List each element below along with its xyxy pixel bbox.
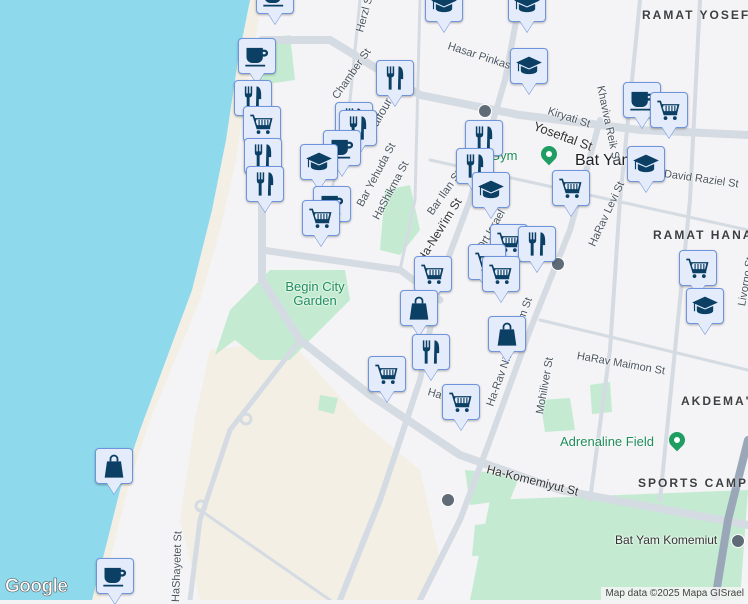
cart-icon (307, 204, 335, 232)
school-marker[interactable] (508, 0, 546, 22)
school-marker[interactable] (510, 48, 548, 84)
cart-marker[interactable] (552, 170, 590, 206)
school-icon (691, 292, 719, 320)
shopping-icon (493, 320, 521, 348)
bus-stop-icon[interactable] (478, 104, 492, 118)
cart-marker[interactable] (650, 92, 688, 128)
school-icon (515, 52, 543, 80)
cafe-marker[interactable] (256, 0, 294, 14)
cart-marker[interactable] (243, 106, 281, 142)
cart-icon (684, 254, 712, 282)
school-marker[interactable] (425, 0, 463, 22)
train-station-icon[interactable] (731, 534, 745, 548)
cart-marker[interactable] (679, 250, 717, 286)
cafe-icon (101, 562, 129, 590)
shopping-marker[interactable] (95, 448, 133, 484)
cafe-marker[interactable] (96, 558, 134, 594)
restaurant-icon (251, 170, 279, 198)
shopping-marker[interactable] (400, 290, 438, 326)
city-label: Bat Yam (575, 152, 635, 169)
area-label: RAMAT YOSEF (642, 8, 748, 22)
street-label: HaShayetet St (170, 530, 185, 603)
shopping-icon (100, 452, 128, 480)
cart-marker[interactable] (368, 356, 406, 392)
restaurant-marker[interactable] (412, 334, 450, 370)
restaurant-marker[interactable] (246, 166, 284, 202)
school-icon (430, 0, 458, 18)
cart-marker[interactable] (442, 384, 480, 420)
school-marker[interactable] (472, 172, 510, 208)
school-marker[interactable] (686, 288, 724, 324)
school-icon (477, 176, 505, 204)
area-label: SPORTS CAMPU (638, 476, 748, 490)
shopping-icon (405, 294, 433, 322)
school-icon (632, 150, 660, 178)
poi-field-label[interactable]: Adrenaline Field (560, 434, 654, 449)
cafe-icon (261, 0, 289, 10)
restaurant-marker[interactable] (376, 60, 414, 96)
cart-icon (557, 174, 585, 202)
cafe-icon (243, 42, 271, 70)
shopping-marker[interactable] (488, 316, 526, 352)
restaurant-marker[interactable] (518, 226, 556, 262)
school-icon (305, 148, 333, 176)
google-logo: Google (5, 576, 69, 598)
area-label: AKDEMA'I (681, 394, 748, 408)
cart-icon (655, 96, 683, 124)
restaurant-icon (417, 338, 445, 366)
poi-garden-label[interactable]: Begin City Garden (280, 280, 350, 308)
school-marker[interactable] (627, 146, 665, 182)
cafe-marker[interactable] (238, 38, 276, 74)
cart-icon (447, 388, 475, 416)
cart-marker[interactable] (414, 256, 452, 292)
cart-marker[interactable] (302, 200, 340, 236)
school-icon (513, 0, 541, 18)
cart-marker[interactable] (482, 256, 520, 292)
cart-icon (248, 110, 276, 138)
cart-icon (419, 260, 447, 288)
area-label: RAMAT HANA (653, 228, 748, 242)
cart-icon (373, 360, 401, 388)
restaurant-icon (381, 64, 409, 92)
restaurant-icon (523, 230, 551, 258)
bus-stop-icon[interactable] (441, 493, 455, 507)
station-label[interactable]: Bat Yam Komemiut (615, 533, 717, 547)
cart-icon (487, 260, 515, 288)
attribution[interactable]: Map data ©2025 Mapa GISrael (601, 587, 748, 600)
school-marker[interactable] (300, 144, 338, 180)
